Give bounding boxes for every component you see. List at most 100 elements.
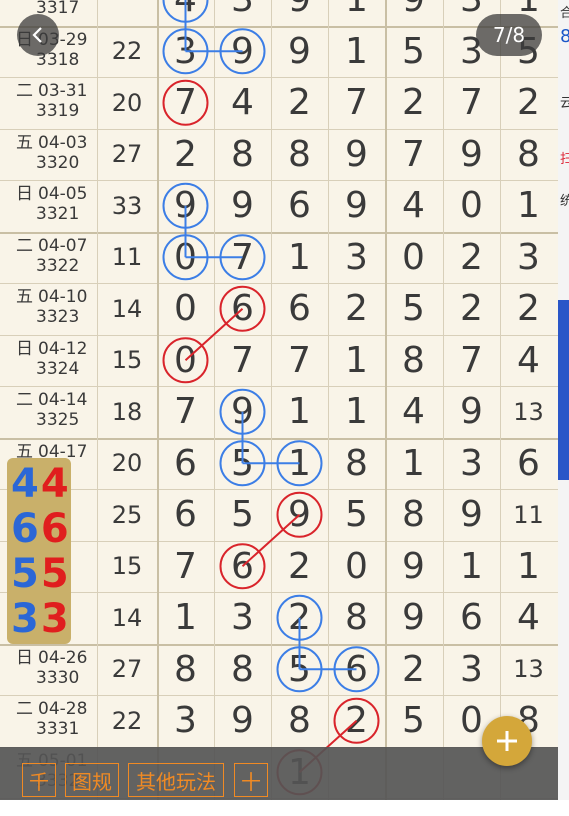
digit-cell: 7 bbox=[460, 82, 483, 123]
digit-cell: 2 bbox=[345, 700, 368, 741]
weekday: 五 bbox=[16, 132, 33, 153]
digit-cell: 3 bbox=[214, 0, 271, 25]
date-line: 二 04-14 bbox=[16, 390, 97, 410]
date-line: 日 04-05 bbox=[16, 184, 97, 204]
digit-cell: 4 bbox=[231, 82, 254, 123]
add-button[interactable] bbox=[482, 716, 532, 766]
date-cell: 二 04-28 3331 bbox=[0, 699, 97, 750]
digit-cell: 8 bbox=[345, 442, 368, 484]
digit-cell: 0 bbox=[174, 236, 197, 278]
background-app-edge: 合 8 云 扫 统 bbox=[558, 0, 569, 816]
column-divider bbox=[97, 0, 98, 800]
side-text: 8 bbox=[560, 26, 569, 47]
digit-cell: 9 bbox=[288, 494, 311, 535]
digit-cell: 9 bbox=[231, 391, 254, 432]
chart-viewer[interactable]: 33174391931日03-293318223991535二03-313319… bbox=[0, 0, 558, 800]
digit-cell: 0 bbox=[345, 545, 368, 587]
digit-cell: 7 bbox=[460, 339, 483, 381]
sum-cell: 15 bbox=[111, 552, 143, 580]
digit-cell: 3 bbox=[460, 648, 483, 690]
digit-cell: 5 bbox=[402, 700, 425, 741]
sum-cell: 20 bbox=[111, 449, 143, 477]
digit-cell: 2 bbox=[402, 648, 425, 690]
side-banner bbox=[558, 300, 569, 480]
legend-row: 55 bbox=[11, 551, 71, 597]
date: 04-05 bbox=[38, 184, 88, 204]
date: 04-03 bbox=[38, 132, 88, 153]
issue-number: 3331 bbox=[36, 719, 80, 739]
column-divider bbox=[385, 0, 387, 800]
digit-cell: 9 bbox=[231, 700, 254, 741]
digit-cell: 0 bbox=[402, 236, 425, 278]
digit-cell: 9 bbox=[345, 185, 368, 226]
digit-cell: 8 bbox=[402, 339, 425, 381]
pattern-button[interactable]: 图规 bbox=[65, 763, 119, 797]
tens-button[interactable]: 十 bbox=[234, 763, 268, 797]
digit-cell: 8 bbox=[402, 494, 425, 535]
digit-cell: 2 bbox=[460, 288, 483, 329]
lottery-trend-grid: 33174391931日03-293318223991535二03-313319… bbox=[0, 0, 558, 800]
bottom-toolbar: 千 图规 其他玩法 十 bbox=[0, 747, 558, 800]
digit-cell: 5 bbox=[288, 648, 311, 690]
digit-cell: 1 bbox=[517, 545, 540, 587]
digit-cell: 4 bbox=[517, 597, 540, 638]
digit-cell: 9 bbox=[345, 133, 368, 175]
digit-cell: 4 bbox=[157, 0, 214, 25]
weekday: 二 bbox=[16, 699, 33, 719]
digit-cell: 1 bbox=[345, 339, 368, 381]
digit-cell: 1 bbox=[288, 442, 311, 484]
chevron-left-icon bbox=[32, 27, 42, 43]
other-plays-button[interactable]: 其他玩法 bbox=[128, 763, 224, 797]
digit-cell: 2 bbox=[402, 82, 425, 123]
digit-cell: 9 bbox=[460, 133, 483, 175]
digit-cell: 3 bbox=[460, 442, 483, 484]
digit-cell: 9 bbox=[288, 30, 311, 72]
digit-cell: 5 bbox=[231, 442, 254, 484]
issue-number: 3330 bbox=[36, 667, 80, 688]
digit-cell: 7 bbox=[174, 82, 197, 123]
date-line: 日 04-26 bbox=[16, 648, 97, 668]
digit-cell: 6 bbox=[231, 288, 254, 329]
issue-number: 3319 bbox=[36, 101, 80, 121]
column-divider bbox=[443, 0, 444, 800]
column-divider bbox=[157, 0, 159, 800]
digit-cell: 5 bbox=[402, 30, 425, 72]
sum-cell: 20 bbox=[111, 88, 143, 117]
date-cell: 二 03-31 3319 bbox=[0, 81, 97, 132]
sum-cell: 18 bbox=[111, 397, 143, 426]
digit-cell: 2 bbox=[288, 82, 311, 123]
bottom-strip bbox=[0, 800, 569, 816]
digit-cell: 8 bbox=[345, 597, 368, 638]
digit-cell: 0 bbox=[460, 185, 483, 226]
column-divider bbox=[328, 0, 329, 800]
legend-row: 33 bbox=[11, 596, 71, 642]
weekday: 五 bbox=[16, 287, 33, 307]
weekday: 日 bbox=[16, 338, 33, 359]
issue-number: 3325 bbox=[36, 410, 80, 430]
thousands-button[interactable]: 千 bbox=[22, 763, 56, 797]
date: 04-10 bbox=[38, 287, 88, 307]
digit-cell: 4 bbox=[402, 185, 425, 226]
digit-cell: 2 bbox=[174, 133, 197, 175]
digit-cell: 9 bbox=[402, 597, 425, 638]
digit-cell: 1 bbox=[460, 545, 483, 587]
digit-cell: 7 bbox=[345, 82, 368, 123]
digit-cell: 6 bbox=[517, 442, 540, 484]
digit-cell: 9 bbox=[460, 494, 483, 535]
digit-cell: 9 bbox=[174, 185, 197, 226]
page-counter: 7/8 bbox=[476, 14, 542, 56]
back-button[interactable] bbox=[17, 14, 59, 56]
digit-cell: 7 bbox=[174, 545, 197, 587]
digit-cell: 2 bbox=[517, 288, 540, 329]
side-text: 扫 bbox=[560, 152, 569, 167]
weekday: 二 bbox=[16, 235, 33, 256]
digit-cell: 1 bbox=[288, 236, 311, 278]
digit-cell: 9 bbox=[460, 391, 483, 432]
date-cell: 二 04-07 3322 bbox=[0, 236, 97, 287]
digit-cell: 8 bbox=[231, 648, 254, 690]
digit-cell: 6 bbox=[460, 597, 483, 638]
digit-cell: 7 bbox=[231, 339, 254, 381]
date: 04-28 bbox=[38, 699, 88, 719]
digit-cell: 3 bbox=[345, 236, 368, 278]
digit-cell: 3 bbox=[174, 30, 197, 72]
